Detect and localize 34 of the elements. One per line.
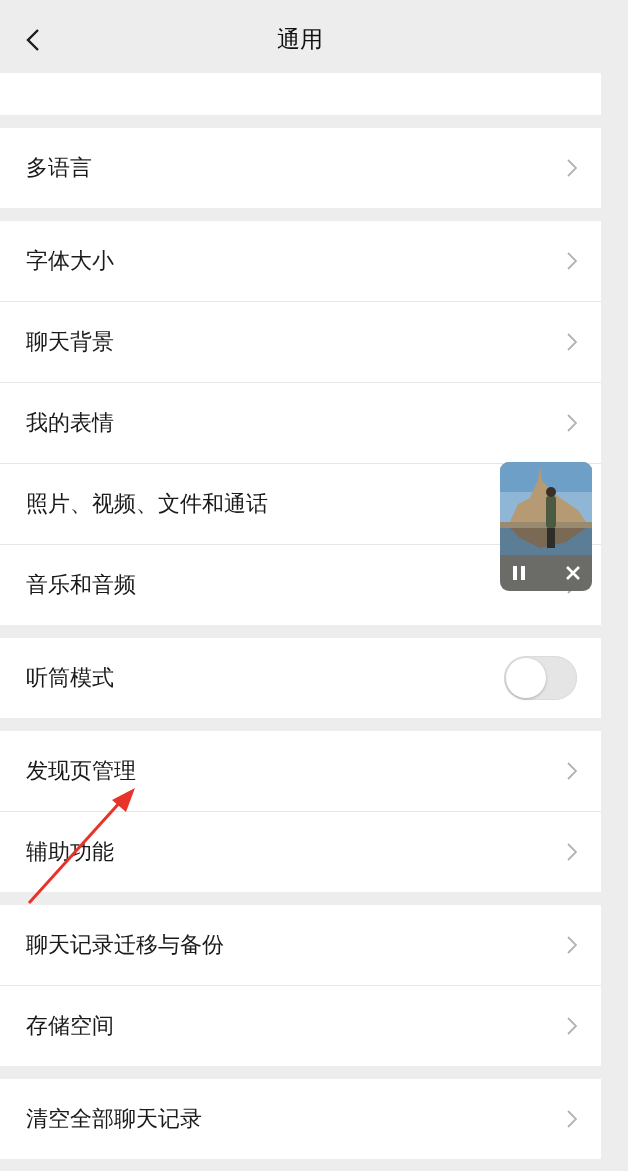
toggle-switch[interactable] — [504, 656, 577, 700]
settings-row[interactable]: 字体大小 — [0, 221, 601, 301]
chevron-icon — [567, 333, 577, 351]
chevron-icon — [567, 414, 577, 432]
chevron-icon — [567, 936, 577, 954]
row-label: 照片、视频、文件和通话 — [26, 490, 268, 518]
chevron-icon — [567, 1110, 577, 1128]
row-label: 听筒模式 — [26, 664, 114, 692]
row-label: 音乐和音频 — [26, 571, 136, 599]
page-title: 通用 — [277, 25, 323, 54]
settings-row[interactable]: 发现页管理 — [0, 731, 601, 811]
row-label: 字体大小 — [26, 247, 114, 275]
settings-row[interactable]: 多语言 — [0, 128, 601, 208]
chevron-icon — [567, 843, 577, 861]
chevron-icon — [567, 159, 577, 177]
row-label: 多语言 — [26, 154, 92, 182]
pause-icon[interactable] — [513, 566, 525, 580]
settings-row[interactable]: 存储空间 — [0, 985, 601, 1066]
row-label: 聊天背景 — [26, 328, 114, 356]
row-label: 我的表情 — [26, 409, 114, 437]
chevron-icon — [567, 252, 577, 270]
row-label: 存储空间 — [26, 1012, 114, 1040]
row-label: 发现页管理 — [26, 757, 136, 785]
settings-row[interactable]: 听筒模式 — [0, 638, 601, 718]
chevron-icon — [567, 762, 577, 780]
close-icon[interactable] — [566, 566, 580, 580]
row-label: 清空全部聊天记录 — [26, 1105, 202, 1133]
back-icon[interactable] — [26, 28, 40, 52]
settings-row[interactable]: 聊天记录迁移与备份 — [0, 905, 601, 985]
row-label: 聊天记录迁移与备份 — [26, 931, 224, 959]
settings-row[interactable]: 清空全部聊天记录 — [0, 1079, 601, 1159]
settings-row[interactable]: 聊天背景 — [0, 301, 601, 382]
chevron-icon — [567, 1017, 577, 1035]
floating-player[interactable] — [500, 462, 592, 591]
